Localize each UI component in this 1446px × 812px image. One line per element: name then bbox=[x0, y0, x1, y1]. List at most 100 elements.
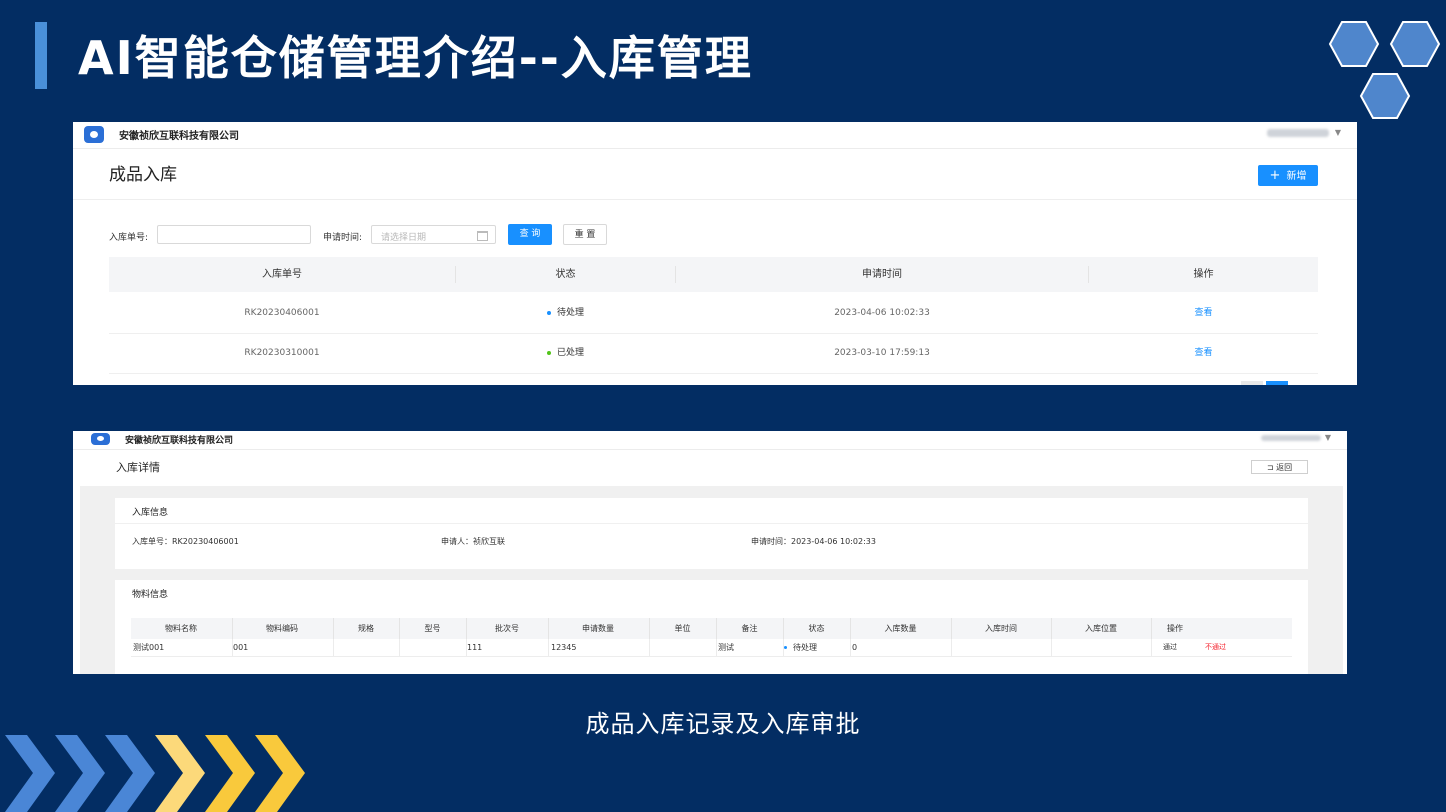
column-spec: 规格 bbox=[358, 624, 374, 633]
row-apply-time: 2023-03-10 17:59:13 bbox=[834, 348, 930, 358]
card-title: 入库信息 bbox=[132, 508, 169, 518]
column-batch: 批次号 bbox=[495, 624, 519, 633]
table-header: 入库单号 状态 申请时间 操作 bbox=[109, 257, 1318, 292]
pagination-current[interactable] bbox=[1266, 381, 1288, 385]
view-link[interactable]: 查看 bbox=[1089, 333, 1318, 373]
status-dot-icon bbox=[546, 310, 551, 315]
chevron-arrows-decoration bbox=[5, 735, 305, 812]
row-apply-time: 2023-04-06 10:02:33 bbox=[834, 308, 930, 318]
info-order-no: 入库单号：RK20230406001 bbox=[132, 537, 239, 546]
cell-separator bbox=[716, 639, 717, 656]
query-button[interactable]: 查 询 bbox=[508, 224, 552, 245]
cell-apply-qty: 12345 bbox=[551, 643, 577, 652]
app-logo-icon bbox=[91, 433, 110, 445]
column-apply-time: 申请时间 bbox=[862, 269, 902, 280]
apply-time-picker[interactable]: 请选择日期 bbox=[371, 225, 496, 244]
approve-link[interactable]: 通过 bbox=[1163, 639, 1177, 656]
cell-status: 待处理 bbox=[784, 639, 817, 656]
detail-screen-screenshot: 安徽祯欣互联科技有限公司 ▼ 入库详情 ⊐ 返回 入库信息 入库单号：RK202… bbox=[73, 431, 1347, 674]
cell-status-text: 待处理 bbox=[793, 643, 817, 652]
cell-batch: 111 bbox=[467, 643, 483, 652]
caret-down-icon[interactable]: ▼ bbox=[1325, 433, 1331, 442]
row-status: 已处理 bbox=[456, 333, 675, 373]
cell-separator bbox=[548, 639, 549, 656]
cell-separator bbox=[333, 639, 334, 656]
hexagon-top-right bbox=[1389, 21, 1441, 67]
column-order-no: 入库单号 bbox=[262, 269, 302, 280]
add-button-label: 新增 bbox=[1286, 171, 1307, 182]
back-button-label: 返回 bbox=[1276, 463, 1293, 472]
company-name: 安徽祯欣互联科技有限公司 bbox=[125, 436, 234, 446]
company-name: 安徽祯欣互联科技有限公司 bbox=[119, 131, 239, 142]
user-account[interactable] bbox=[1267, 129, 1329, 137]
material-table-header: 物料名称 物料编码 规格 型号 批次号 申请数量 单位 备注 状态 入库数量 入… bbox=[131, 618, 1292, 639]
top-bar: 安徽祯欣互联科技有限公司 ▼ bbox=[73, 122, 1357, 149]
header-divider bbox=[73, 199, 1357, 200]
row-order-no: RK20230310001 bbox=[244, 348, 320, 358]
reject-link[interactable]: 不通过 bbox=[1205, 639, 1226, 656]
column-apply-qty: 申请数量 bbox=[582, 624, 614, 633]
info-applicant: 申请人：祯欣互联 bbox=[441, 537, 505, 546]
chevron-yellow-3-icon bbox=[255, 735, 305, 812]
card-title: 物料信息 bbox=[132, 590, 169, 600]
cell-separator bbox=[1051, 639, 1052, 656]
apply-time-label: 申请时间: bbox=[323, 233, 363, 243]
info-apply-time: 申请时间：2023-04-06 10:02:33 bbox=[751, 537, 876, 546]
return-icon: ⊐ bbox=[1266, 463, 1277, 472]
order-no-label: 入库单号: bbox=[109, 233, 149, 243]
chevron-blue-3-icon bbox=[105, 735, 155, 812]
column-status: 状态 bbox=[555, 269, 576, 280]
column-in-location: 入库位置 bbox=[1085, 624, 1117, 633]
cell-remark: 测试 bbox=[718, 643, 734, 652]
calendar-icon bbox=[477, 231, 488, 241]
status-dot-icon bbox=[546, 350, 551, 355]
back-button[interactable]: ⊐ 返回 bbox=[1251, 460, 1308, 474]
page-title: 入库详情 bbox=[116, 461, 160, 474]
cell-name: 测试001 bbox=[133, 643, 165, 652]
cell-code: 001 bbox=[233, 643, 249, 652]
plus-icon: + bbox=[1269, 168, 1281, 183]
view-link[interactable]: 查看 bbox=[1089, 293, 1318, 333]
column-status: 状态 bbox=[808, 624, 825, 633]
material-row: 测试001 001 111 12345 测试 待处理 0 通过 不通过 bbox=[131, 639, 1292, 657]
order-no-input[interactable] bbox=[157, 225, 311, 244]
column-in-qty: 入库数量 bbox=[884, 624, 917, 633]
title-accent-bar bbox=[35, 22, 47, 89]
cell-separator bbox=[1151, 639, 1152, 656]
column-action: 操作 bbox=[1167, 624, 1183, 633]
column-action: 操作 bbox=[1193, 269, 1214, 280]
chevron-yellow-1-icon bbox=[155, 735, 205, 812]
cell-separator bbox=[850, 639, 851, 656]
app-logo-icon bbox=[84, 126, 104, 143]
chevron-blue-2-icon bbox=[55, 735, 105, 812]
column-model: 型号 bbox=[424, 624, 441, 633]
row-status-text: 待处理 bbox=[556, 308, 584, 318]
column-remark: 备注 bbox=[741, 624, 758, 633]
cell-in-qty: 0 bbox=[852, 643, 858, 652]
page-title: 成品入库 bbox=[109, 165, 177, 185]
table-row: RK20230406001 待处理 2023-04-06 10:02:33 查看 bbox=[109, 293, 1318, 334]
reset-button[interactable]: 重 置 bbox=[563, 224, 607, 245]
chevron-yellow-2-icon bbox=[205, 735, 255, 812]
slide-title: AI智能仓储管理介绍--入库管理 bbox=[78, 31, 753, 85]
top-bar: 安徽祯欣互联科技有限公司 ▼ bbox=[73, 431, 1347, 450]
status-dot-icon bbox=[784, 646, 787, 649]
user-account[interactable] bbox=[1261, 435, 1321, 441]
inbound-info-card: 入库信息 入库单号：RK20230406001 申请人：祯欣互联 申请时间：20… bbox=[115, 498, 1308, 569]
add-button[interactable]: + 新增 bbox=[1258, 165, 1318, 186]
cell-separator bbox=[649, 639, 650, 656]
pagination-prev[interactable] bbox=[1241, 381, 1263, 385]
cell-separator bbox=[399, 639, 400, 656]
table-row: RK20230310001 已处理 2023-03-10 17:59:13 查看 bbox=[109, 333, 1318, 374]
hexagon-top-left bbox=[1328, 21, 1380, 67]
column-material-code: 物料编码 bbox=[266, 624, 298, 633]
column-material-name: 物料名称 bbox=[165, 624, 197, 633]
card-divider bbox=[115, 523, 1308, 524]
list-screen-screenshot: 安徽祯欣互联科技有限公司 ▼ 成品入库 + 新增 入库单号: 申请时间: 请选择日… bbox=[73, 122, 1357, 385]
column-unit: 单位 bbox=[674, 624, 691, 633]
apply-time-placeholder: 请选择日期 bbox=[381, 233, 427, 243]
cell-separator bbox=[951, 639, 952, 656]
column-in-time: 入库时间 bbox=[985, 624, 1017, 633]
row-status: 待处理 bbox=[456, 293, 675, 333]
caret-down-icon[interactable]: ▼ bbox=[1335, 128, 1341, 137]
